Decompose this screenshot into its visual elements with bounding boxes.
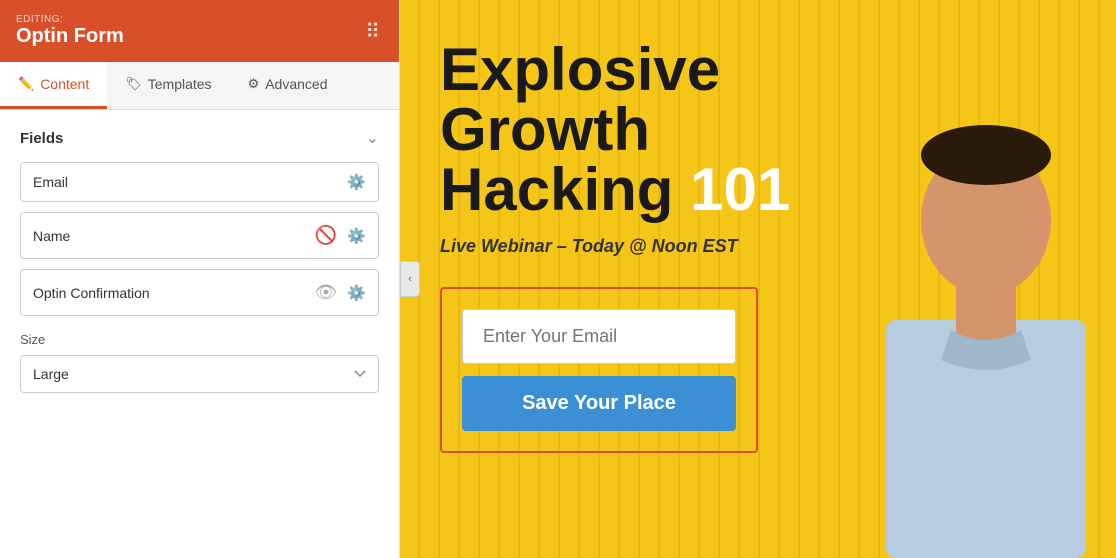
name-field-row: Name 🚫 ⚙️ bbox=[20, 212, 379, 259]
templates-tab-icon: 🏷 bbox=[125, 76, 142, 92]
content-tab-icon: ✏️ bbox=[18, 76, 34, 92]
tabs-bar: ✏️ Content 🏷 Templates ⚙ Advanced bbox=[0, 62, 399, 110]
editing-label: EDITING: bbox=[16, 14, 124, 25]
fields-section-header: Fields ⌄ bbox=[20, 128, 379, 148]
size-section: Size Large Small Medium Extra Large bbox=[20, 332, 379, 393]
email-field-row: Email ⚙️ bbox=[20, 162, 379, 202]
headline-line3: Hacking 101 bbox=[440, 160, 1076, 220]
preview-panel: Explosive Growth Hacking 101 Live Webina… bbox=[400, 0, 1116, 558]
panel-header-left: EDITING: Optin Form bbox=[16, 14, 124, 48]
tab-advanced[interactable]: ⚙ Advanced bbox=[230, 62, 346, 109]
fields-chevron-icon[interactable]: ⌄ bbox=[366, 128, 379, 148]
email-settings-icon[interactable]: ⚙️ bbox=[347, 173, 366, 191]
tab-templates-label: Templates bbox=[148, 76, 212, 92]
tab-templates[interactable]: 🏷 Templates bbox=[107, 62, 229, 109]
name-visibility-icon[interactable]: 🚫 bbox=[313, 223, 339, 248]
grid-icon[interactable]: ⠿ bbox=[365, 19, 383, 44]
name-settings-icon[interactable]: ⚙️ bbox=[347, 227, 366, 245]
tab-content-label: Content bbox=[40, 76, 89, 92]
optin-field-row: Optin Confirmation 👁 ⚙️ bbox=[20, 269, 379, 316]
subheadline: Live Webinar – Today @ Noon EST bbox=[440, 236, 1076, 257]
panel-header: EDITING: Optin Form ⠿ bbox=[0, 0, 399, 62]
collapse-arrow-icon: ‹ bbox=[408, 273, 412, 285]
optin-visibility-icon[interactable]: 👁 bbox=[312, 280, 339, 305]
optin-settings-icon[interactable]: ⚙️ bbox=[347, 284, 366, 302]
preview-content: Explosive Growth Hacking 101 Live Webina… bbox=[400, 0, 1116, 493]
email-input[interactable] bbox=[462, 309, 736, 364]
size-select[interactable]: Large Small Medium Extra Large bbox=[20, 355, 379, 393]
fields-section-title: Fields bbox=[20, 130, 63, 147]
form-area: Save Your Place bbox=[440, 287, 758, 453]
optin-field-label: Optin Confirmation bbox=[33, 285, 304, 301]
size-label: Size bbox=[20, 332, 379, 347]
headline-line3-text: Hacking bbox=[440, 156, 673, 223]
headline-line2: Growth bbox=[440, 100, 1076, 160]
email-field-label: Email bbox=[33, 174, 339, 190]
advanced-tab-icon: ⚙ bbox=[248, 76, 260, 92]
collapse-panel-button[interactable]: ‹ bbox=[400, 261, 420, 297]
headline-line1: Explosive bbox=[440, 40, 1076, 100]
cta-button[interactable]: Save Your Place bbox=[462, 376, 736, 431]
tab-advanced-label: Advanced bbox=[265, 76, 327, 92]
headline-number: 101 bbox=[690, 156, 790, 223]
panel-title: Optin Form bbox=[16, 25, 124, 48]
tab-content[interactable]: ✏️ Content bbox=[0, 62, 107, 109]
name-field-label: Name bbox=[33, 228, 305, 244]
panel-content: Fields ⌄ Email ⚙️ Name 🚫 ⚙️ Optin Confir… bbox=[0, 110, 399, 558]
left-panel: EDITING: Optin Form ⠿ ✏️ Content 🏷 Templ… bbox=[0, 0, 400, 558]
headline: Explosive Growth Hacking 101 bbox=[440, 40, 1076, 220]
